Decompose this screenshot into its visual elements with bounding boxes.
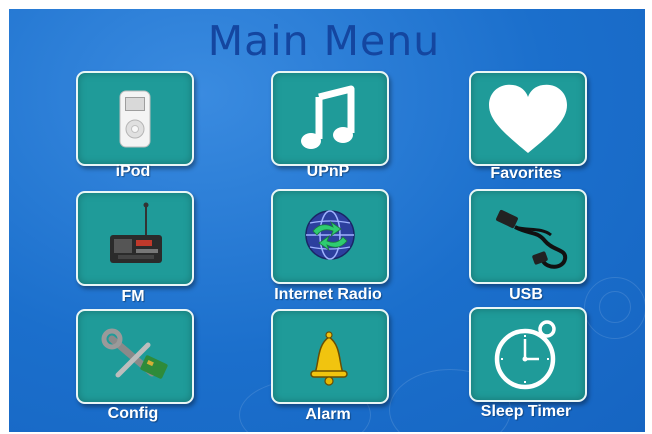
heart-icon (489, 84, 567, 153)
menu-tile-favorites[interactable] (469, 71, 587, 166)
radio-icon (110, 202, 162, 263)
menu-label-favorites[interactable]: Favorites (441, 165, 611, 183)
ipod-icon (119, 90, 151, 148)
menu-tile-ipod[interactable] (76, 71, 194, 166)
menu-tile-sleep-timer[interactable] (469, 307, 587, 402)
menu-label-upnp[interactable]: UPnP (243, 163, 413, 181)
menu-label-usb[interactable]: USB (441, 286, 611, 304)
menu-tile-config[interactable] (76, 309, 194, 404)
bell-icon (310, 331, 348, 386)
menu-tile-internet-radio[interactable] (271, 189, 389, 284)
globe-icon (305, 210, 355, 260)
usb-cable-icon (496, 209, 568, 269)
page-title: Main Menu (207, 17, 441, 65)
menu-label-fm[interactable]: FM (48, 288, 218, 306)
menu-tile-alarm[interactable] (271, 309, 389, 404)
stopwatch-icon (494, 320, 556, 390)
menu-label-ipod[interactable]: iPod (48, 163, 218, 181)
music-note-icon (301, 85, 355, 149)
menu-tile-upnp[interactable] (271, 71, 389, 166)
menu-label-internet-radio[interactable]: Internet Radio (243, 286, 413, 304)
menu-label-alarm[interactable]: Alarm (243, 406, 413, 424)
menu-label-sleep-timer[interactable]: Sleep Timer (441, 403, 611, 421)
menu-tile-fm[interactable] (76, 191, 194, 286)
tools-icon (101, 328, 168, 379)
menu-tile-usb[interactable] (469, 189, 587, 284)
menu-label-config[interactable]: Config (48, 405, 218, 423)
main-menu-screen: Main Menu iPod UPnP Favorites FM Interne… (9, 9, 645, 432)
